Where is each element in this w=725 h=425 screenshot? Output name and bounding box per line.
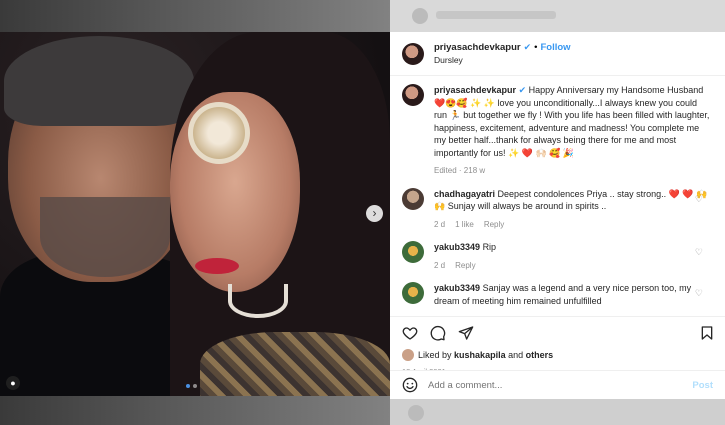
commenter-avatar[interactable] (402, 241, 424, 263)
liked-others[interactable]: others (526, 350, 554, 360)
comment-like-heart-icon[interactable]: ♡ (695, 288, 703, 299)
comment-age: 2 d (434, 260, 446, 270)
chevron-right-icon: › (372, 206, 377, 220)
photo-maang-tikka (188, 102, 250, 164)
commenter-avatar[interactable] (402, 187, 424, 210)
commenter-username[interactable]: yakub3349 (434, 242, 480, 252)
user-tag-icon: ● (10, 378, 16, 388)
caption-entry: priyasachdevkapur ✔ Happy Anniversary my… (402, 84, 713, 178)
comment-icon[interactable] (430, 325, 446, 341)
caption-meta: Edited · 218 w (434, 166, 486, 175)
heart-icon[interactable] (402, 325, 418, 341)
post-photo: › ● (0, 32, 390, 396)
instagram-post: › ● priyasachdevkapur ✔ • Follow Dursley (0, 32, 725, 396)
comment-text: Rip (482, 242, 497, 252)
header-separator: • (534, 42, 538, 53)
smiley-icon[interactable] (402, 377, 418, 393)
blurred-footer (390, 399, 725, 425)
user-tag-button[interactable]: ● (6, 376, 20, 390)
comment-composer: Post (390, 370, 725, 399)
caption-username[interactable]: priyasachdevkapur (434, 85, 516, 95)
carousel-dot (193, 384, 197, 388)
comment-input[interactable] (428, 379, 668, 391)
liked-user[interactable]: kushakapila (454, 350, 506, 360)
paper-plane-icon[interactable] (458, 325, 474, 341)
post-header: priyasachdevkapur ✔ • Follow Dursley (390, 32, 725, 76)
next-photo-button[interactable]: › (366, 205, 383, 222)
comment-item: chadhagayatri Deepest condolences Priya … (402, 187, 713, 232)
post-comment-button[interactable]: Post (692, 380, 713, 391)
photo-choker (228, 284, 288, 318)
verified-badge-icon: ✔ (523, 42, 532, 52)
blurred-username (436, 11, 556, 19)
comment-item: yakub3349 Sanjay was a legend and a very… (402, 282, 713, 307)
commenter-avatar[interactable] (402, 282, 424, 304)
reply-button[interactable]: Reply (484, 219, 504, 232)
photo-dress (200, 332, 390, 396)
verified-badge-icon: ✔ (518, 85, 527, 95)
author-avatar[interactable] (402, 42, 424, 65)
liked-prefix: Liked by (418, 350, 452, 360)
comment-age: 2 d (434, 219, 446, 229)
caption-avatar[interactable] (402, 84, 424, 106)
carousel-dot-active (186, 384, 190, 388)
comment-item: yakub3349 Rip 2 d Reply ♡ (402, 241, 713, 272)
carousel-dots (186, 384, 197, 388)
post-location[interactable]: Dursley (434, 55, 571, 65)
caption-text: Happy Anniversary my Handsome Husband ❤️… (434, 85, 710, 158)
comment-likes[interactable]: 1 like (455, 219, 474, 232)
post-side-panel: priyasachdevkapur ✔ • Follow Dursley pri… (390, 32, 725, 396)
reply-button[interactable]: Reply (455, 260, 475, 273)
comments-scroll-area[interactable]: priyasachdevkapur ✔ Happy Anniversary my… (390, 76, 725, 316)
likes-summary: Liked by kushakapila and others (402, 349, 715, 361)
commenter-username[interactable]: chadhagayatri (434, 189, 495, 199)
commenter-username[interactable]: yakub3349 (434, 283, 480, 293)
comment-like-heart-icon[interactable]: ♡ (695, 194, 703, 205)
blurred-avatar (412, 8, 428, 24)
liked-joiner: and (508, 350, 524, 360)
author-username[interactable]: priyasachdevkapur (434, 42, 521, 53)
liker-avatar (402, 349, 414, 361)
comment-like-heart-icon[interactable]: ♡ (695, 247, 703, 258)
blurred-header (390, 0, 725, 32)
follow-button[interactable]: Follow (540, 42, 570, 53)
bookmark-icon[interactable] (699, 325, 715, 341)
